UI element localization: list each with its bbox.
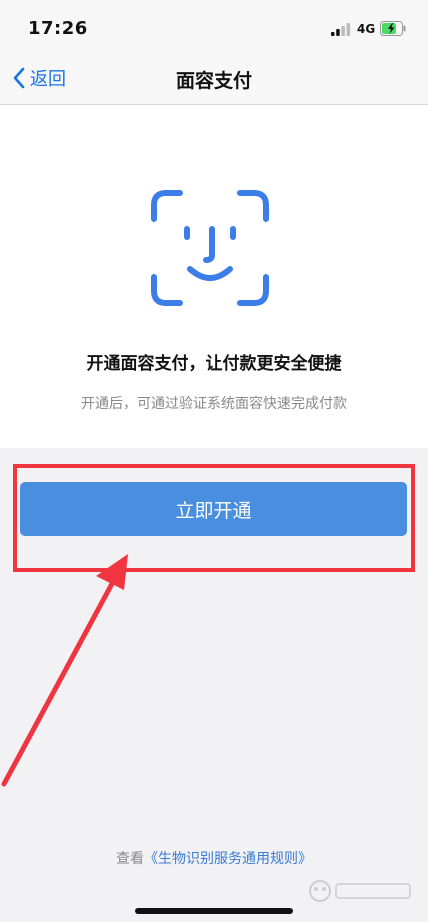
face-id-icon xyxy=(151,190,269,306)
home-indicator xyxy=(135,908,293,914)
arrow-annotation xyxy=(1,554,128,787)
battery-icon xyxy=(380,21,406,36)
enable-now-button[interactable]: 立即开通 xyxy=(20,482,407,536)
network-type: 4G xyxy=(357,22,376,36)
footer-rules: 查看《生物识别服务通用规则》 xyxy=(0,848,428,868)
signal-icon xyxy=(331,23,351,36)
status-time: 17:26 xyxy=(28,18,88,39)
headline: 开通面容支付，让付款更安全便捷 xyxy=(86,354,342,374)
navigation-bar: 返回 面容支付 xyxy=(0,52,428,105)
footer-prefix: 查看 xyxy=(116,851,144,867)
description-text: 开通后，可通过验证系统面容快速完成付款 xyxy=(81,396,347,412)
status-bar: 17:26 4G xyxy=(0,0,428,52)
watermark-logo xyxy=(309,880,411,902)
page-title: 面容支付 xyxy=(175,70,252,92)
biometric-rules-link[interactable]: 《生物识别服务通用规则》 xyxy=(144,851,312,867)
face-pay-card: 开通面容支付，让付款更安全便捷 开通后，可通过验证系统面容快速完成付款 xyxy=(0,105,428,448)
